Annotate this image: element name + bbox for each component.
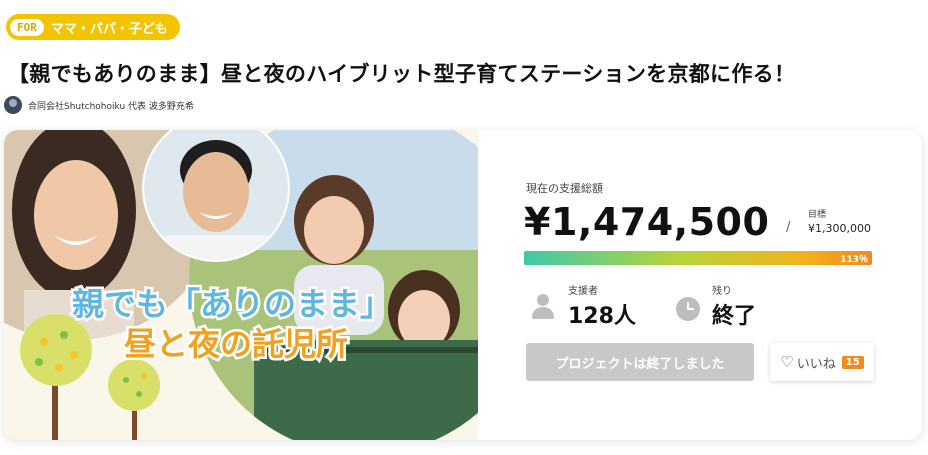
category-tag[interactable]: FOR ママ・パパ・子ども [6,14,180,40]
for-label: FOR [10,18,44,36]
project-ended-button[interactable]: プロジェクトは終了しました [526,343,754,381]
project-card: 親でも「ありのまま」 昼と夜の託児所 現在の支援総額 ¥1,474,500 / … [4,130,922,440]
like-button[interactable]: ♡ いいね 15 [770,343,874,381]
project-owner[interactable]: 合同会社Shutchohoiku 代表 波多野充希 [4,96,194,114]
progress-bar: 113％ [524,251,872,265]
hero-image: 親でも「ありのまま」 昼と夜の託児所 [4,130,478,440]
like-label: いいね [796,356,836,372]
remaining-label: 残り [712,286,732,297]
clock-icon [676,297,700,321]
hero-caption-line1: 親でも「ありのまま」 [72,285,392,323]
owner-avatar[interactable] [4,96,22,114]
remaining-value: 終了 [712,304,757,329]
person-icon [530,292,556,320]
heart-outline-icon: ♡ [780,353,794,371]
target-audience: ママ・パパ・子ども [50,21,168,37]
goal-amount: ¥1,300,000 [808,222,871,235]
like-count-badge: 15 [841,355,864,369]
goal-separator: / [786,220,791,235]
funding-panel: 現在の支援総額 ¥1,474,500 / 目標 ¥1,300,000 113％ … [478,130,922,440]
hero-illustration: 親でも「ありのまま」 昼と夜の託児所 [4,130,478,440]
project-title: 【親でもありのまま】昼と夜のハイブリット型子育てステーションを京都に作る！ [8,62,796,86]
owner-name[interactable]: 合同会社Shutchohoiku 代表 波多野充希 [28,99,194,112]
total-label: 現在の支援総額 [526,182,603,195]
goal-label: 目標 [808,210,827,220]
remaining-stat: 残り 終了 [676,282,756,330]
backers-stat: 支援者 128人 [530,282,636,330]
backers-label: 支援者 [568,286,598,297]
backers-count: 128人 [568,304,636,329]
hero-caption-line2: 昼と夜の託児所 [124,325,348,363]
funding-amount: ¥1,474,500 [524,200,770,244]
progress-percent: 113％ [840,255,868,265]
